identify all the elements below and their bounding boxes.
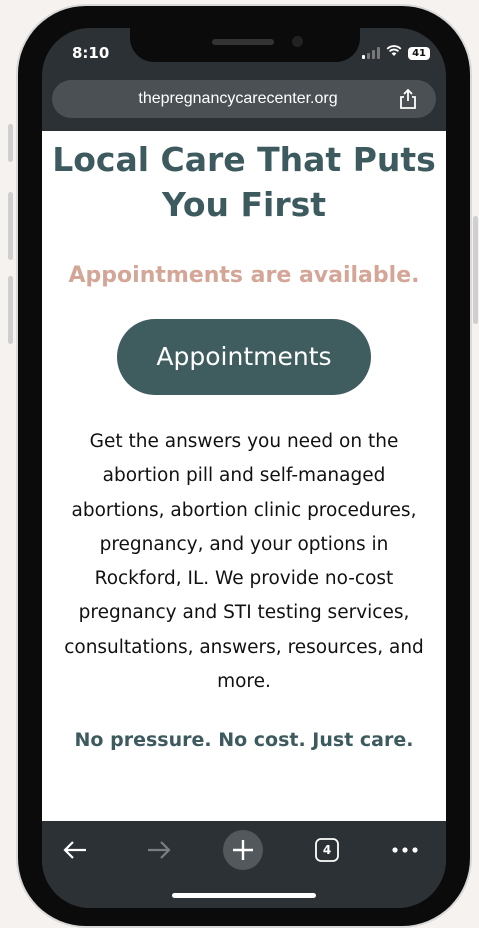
front-camera: [292, 36, 303, 47]
tab-count: 4: [322, 843, 332, 857]
new-tab-icon[interactable]: [220, 827, 266, 873]
tabs-icon[interactable]: 4: [304, 827, 350, 873]
battery-icon: 41: [408, 46, 430, 60]
status-time: 8:10: [72, 44, 110, 62]
page-title: Local Care That Puts You First: [52, 140, 436, 224]
appointments-button[interactable]: Appointments: [117, 319, 371, 395]
wifi-icon: [386, 45, 402, 61]
browser-toolbar: 4: [42, 821, 446, 908]
availability-text: Appointments are available.: [68, 263, 420, 288]
url-text[interactable]: thepregnancycarecenter.org: [52, 90, 396, 108]
intro-paragraph: Get the answers you need on the abortion…: [64, 431, 424, 693]
phone-screen: 8:10 41 thepregnancycarecenter.org Local…: [42, 28, 446, 908]
web-page: Local Care That Puts You First Appointme…: [42, 131, 446, 821]
back-icon[interactable]: [52, 827, 98, 873]
speaker: [212, 39, 274, 45]
tagline: No pressure. No cost. Just care.: [74, 729, 414, 752]
more-icon[interactable]: [382, 827, 428, 873]
address-bar[interactable]: thepregnancycarecenter.org: [52, 80, 436, 118]
status-icons: 41: [362, 45, 430, 61]
forward-icon[interactable]: [136, 827, 182, 873]
volume-up-button: [8, 192, 13, 260]
silent-switch: [8, 124, 13, 162]
share-icon[interactable]: [396, 87, 420, 111]
notch: [130, 28, 360, 62]
volume-down-button: [8, 276, 13, 344]
home-indicator: [172, 893, 316, 898]
power-button: [473, 216, 478, 324]
signal-icon: [362, 47, 381, 59]
